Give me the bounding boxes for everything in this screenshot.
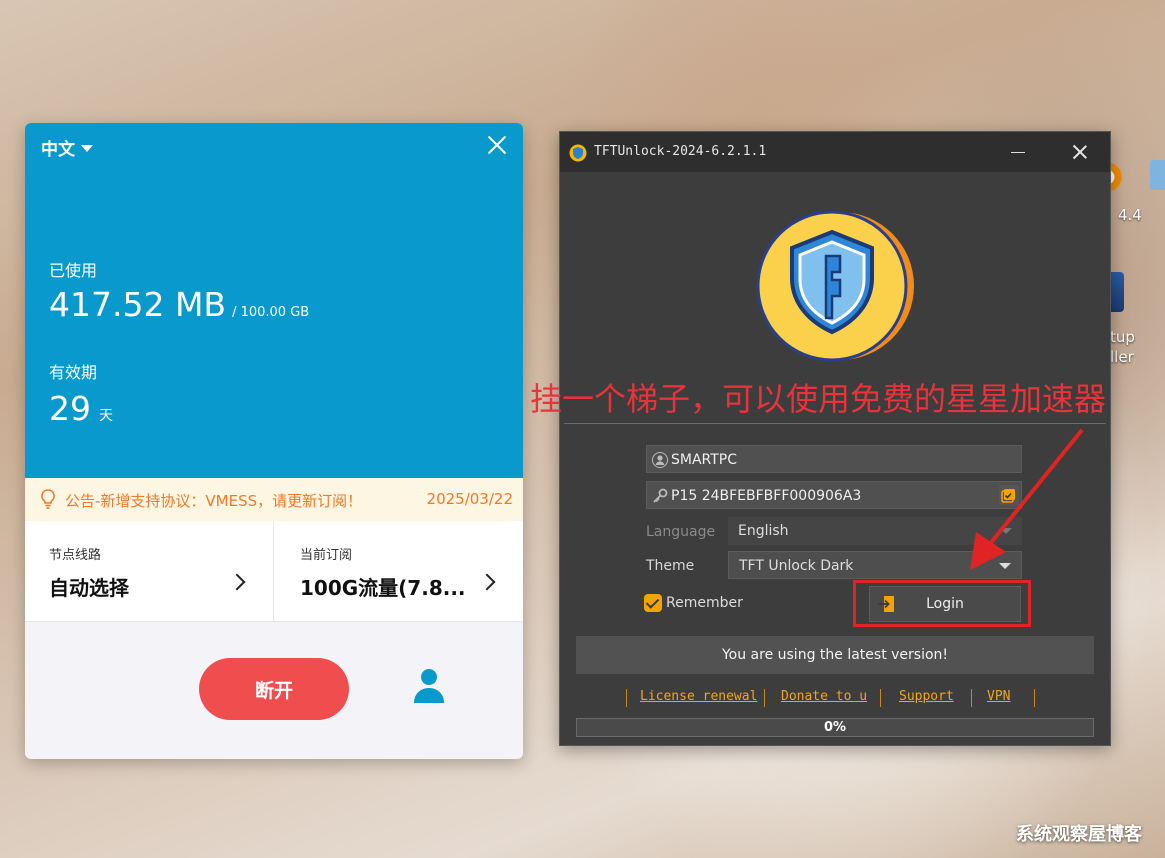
valid-value: 29: [49, 389, 91, 428]
login-button[interactable]: Login: [869, 586, 1021, 622]
red-arrow-icon: [970, 428, 1084, 570]
chevron-right-icon: [478, 573, 496, 591]
vpn-header: 中文 已使用 417.52 MB / 100.00 GB 有效期 29 天: [25, 123, 523, 478]
notice-bar[interactable]: 公告-新增支持协议：VMESS，请更新订阅！ 2025/03/22: [25, 478, 523, 521]
subscription-card[interactable]: 当前订阅 100G流量(7.8...: [274, 521, 523, 621]
lightbulb-icon: [41, 489, 55, 509]
remember-checkbox[interactable]: Remember: [644, 594, 743, 612]
close-icon[interactable]: [1072, 144, 1088, 160]
desktop-label: ller: [1110, 348, 1134, 366]
language-value: English: [738, 523, 789, 539]
annotation-text: 挂一个梯子，可以使用免费的星星加速器: [530, 380, 1107, 418]
link-separator: [880, 689, 881, 707]
minimize-icon[interactable]: [1011, 152, 1025, 153]
link-separator: [971, 689, 972, 707]
checkbox-checked-icon: [644, 594, 662, 612]
used-label: 已使用: [49, 261, 98, 280]
license-key-value: P15 24BFEBFBFF000906A3: [671, 488, 862, 504]
status-message: You are using the latest version!: [576, 636, 1094, 674]
tft-logo-icon: [756, 210, 914, 362]
username-value: SMARTPC: [671, 452, 738, 468]
language-label: 中文: [41, 140, 75, 160]
chevron-right-icon: [228, 573, 246, 591]
valid-unit: 天: [99, 408, 113, 424]
login-label: Login: [926, 596, 964, 612]
app-shield-icon: [569, 144, 587, 162]
notice-text: 公告-新增支持协议：VMESS，请更新订阅！: [65, 492, 363, 510]
desktop-label: tup: [1110, 328, 1135, 346]
progress-bar: 0%: [576, 718, 1094, 737]
theme-label: Theme: [646, 558, 695, 574]
support-link[interactable]: Support: [899, 689, 954, 704]
used-total: / 100.00 GB: [232, 305, 310, 320]
title-bar: TFTUnlock-2024-6.2.1.1: [560, 132, 1110, 172]
link-separator: [764, 689, 765, 707]
close-icon[interactable]: [485, 133, 509, 157]
user-icon[interactable]: [413, 668, 445, 704]
key-icon: [653, 488, 668, 503]
vpn-client-panel: 中文 已使用 417.52 MB / 100.00 GB 有效期 29 天 公告…: [25, 123, 523, 759]
valid-label: 有效期: [49, 363, 98, 382]
route-label: 节点线路: [49, 548, 102, 563]
route-value: 自动选择: [49, 576, 129, 600]
link-separator: [1034, 689, 1035, 707]
remember-label: Remember: [666, 595, 743, 611]
notice-date: 2025/03/22: [426, 490, 513, 508]
route-card[interactable]: 节点线路 自动选择: [25, 521, 274, 621]
subscription-value: 100G流量(7.8...: [300, 576, 466, 600]
info-cards: 节点线路 自动选择 当前订阅 100G流量(7.8...: [25, 521, 523, 622]
valid-row: 29 天: [49, 389, 113, 428]
subscription-label: 当前订阅: [300, 548, 353, 563]
language-selector[interactable]: 中文: [41, 135, 93, 160]
theme-value: TFT Unlock Dark: [739, 558, 854, 574]
window-title: TFTUnlock-2024-6.2.1.1: [594, 144, 767, 159]
language-label: Language: [646, 524, 716, 540]
vpn-link[interactable]: VPN: [987, 689, 1010, 704]
link-separator: [626, 689, 627, 707]
desktop-app-icon[interactable]: [1150, 160, 1165, 190]
user-icon: [652, 452, 668, 468]
caret-down-icon: [81, 145, 93, 152]
used-value: 417.52 MB: [49, 285, 227, 324]
used-row: 417.52 MB / 100.00 GB: [49, 285, 309, 324]
watermark: 系统观察屋博客: [1016, 824, 1142, 845]
license-renewal-link[interactable]: License renewal: [640, 689, 757, 704]
donate-link[interactable]: Donate to u: [781, 689, 867, 704]
desktop-label: 4.4: [1118, 206, 1142, 224]
disconnect-button[interactable]: 断开: [199, 658, 349, 720]
